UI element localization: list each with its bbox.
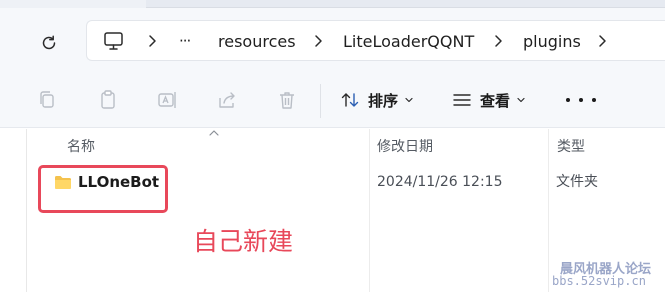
breadcrumb-plugins[interactable]: plugins <box>523 21 581 62</box>
command-bar: 排序 查看 <box>0 72 665 128</box>
view-list-icon <box>453 94 471 106</box>
paste-icon[interactable] <box>97 89 119 111</box>
view-label: 查看 <box>480 91 511 110</box>
column-header-type[interactable]: 类型 <box>557 136 585 156</box>
chevron-down-icon <box>517 97 525 103</box>
column-divider[interactable] <box>548 129 549 292</box>
delete-icon[interactable] <box>276 89 298 111</box>
column-divider[interactable] <box>369 129 370 292</box>
breadcrumb-resources[interactable]: resources <box>218 21 296 62</box>
this-pc-icon <box>104 32 123 50</box>
view-button[interactable]: 查看 <box>452 88 526 112</box>
more-dot <box>579 98 583 102</box>
copy-icon[interactable] <box>36 89 58 111</box>
file-type: 文件夹 <box>556 174 598 190</box>
window-top-strip <box>0 0 665 8</box>
address-row: ··· resources LiteLoaderQQNT plugins <box>0 8 665 72</box>
more-dot <box>566 98 570 102</box>
toolbar-separator <box>320 84 321 118</box>
chevron-right-icon[interactable] <box>145 34 159 48</box>
chevron-right-icon[interactable] <box>491 34 505 48</box>
chevron-right-icon[interactable] <box>595 34 609 48</box>
sort-icon <box>341 93 359 107</box>
file-modified: 2024/11/26 12:15 <box>377 174 503 190</box>
chevron-down-icon <box>405 97 413 103</box>
column-header-modified[interactable]: 修改日期 <box>377 136 433 156</box>
tab-bar-edge <box>146 0 665 8</box>
chevron-right-icon[interactable] <box>311 34 325 48</box>
share-icon[interactable] <box>216 89 238 111</box>
column-header-name[interactable]: 名称 <box>67 136 95 156</box>
annotation-text: 自己新建 <box>193 227 294 256</box>
rename-icon[interactable] <box>156 89 178 111</box>
breadcrumb-overflow[interactable]: ··· <box>179 21 191 62</box>
sort-button[interactable]: 排序 <box>340 88 414 112</box>
highlight-box <box>38 165 168 213</box>
watermark-url: bbs.52svip.cn <box>552 274 646 288</box>
breadcrumb-liteloaderqqnt[interactable]: LiteLoaderQQNT <box>343 21 474 62</box>
more-dot <box>592 98 596 102</box>
refresh-icon <box>42 35 56 50</box>
sort-ascending-icon <box>209 130 219 136</box>
more-options-button[interactable] <box>566 88 596 112</box>
navigation-pane <box>0 129 27 292</box>
sort-label: 排序 <box>368 91 399 110</box>
address-bar[interactable]: ··· resources LiteLoaderQQNT plugins <box>86 20 665 61</box>
refresh-button[interactable] <box>34 28 64 58</box>
